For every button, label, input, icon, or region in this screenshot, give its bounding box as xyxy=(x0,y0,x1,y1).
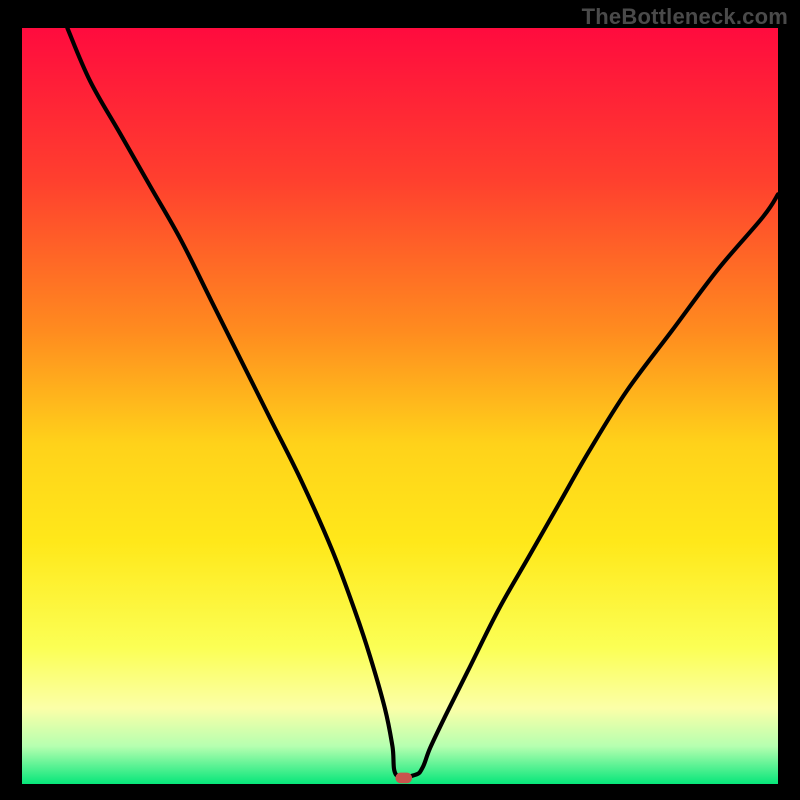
gradient-background xyxy=(22,28,778,784)
watermark-text: TheBottleneck.com xyxy=(582,4,788,30)
bottleneck-chart xyxy=(22,28,778,784)
chart-frame: TheBottleneck.com xyxy=(0,0,800,800)
minimum-marker xyxy=(395,773,412,784)
